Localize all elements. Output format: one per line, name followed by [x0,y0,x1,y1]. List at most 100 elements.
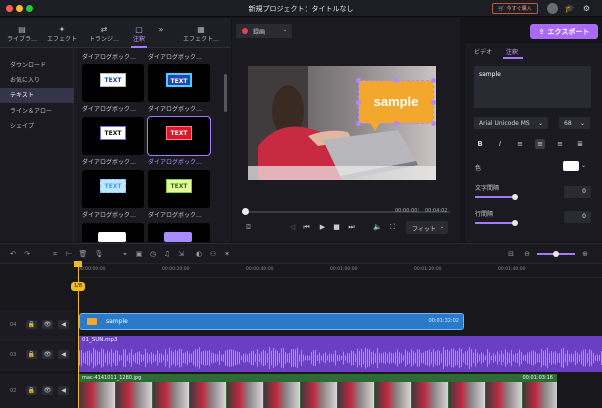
grid-item-thumbnail[interactable]: TEXT [82,64,144,102]
category-text[interactable]: テキスト [0,88,74,103]
fit-timeline-icon[interactable]: ⊟ [506,249,516,259]
resize-handle[interactable] [431,78,436,83]
snapshot-icon[interactable]: ⌼ [244,223,253,232]
fullscreen-icon[interactable]: ⛶ [388,223,397,232]
fit-dropdown[interactable]: フィット ⌄ [406,221,448,234]
lock-icon[interactable]: 🔒 [26,386,37,395]
font-family-select[interactable]: Arial Unicode MS ⌄ [474,117,548,129]
tab-effects[interactable]: ✦ エフェクト [40,18,84,48]
lock-icon[interactable]: 🔒 [26,350,37,359]
char-spacing-input[interactable]: 0 [564,186,591,198]
resize-handle[interactable] [356,100,361,105]
line-spacing-knob[interactable] [512,220,518,226]
waveform-bar [495,354,496,362]
audio-clip[interactable]: 01_SUN.mp3 [79,336,602,372]
more-tabs-button[interactable]: » [150,18,172,48]
freeze-frame-icon[interactable]: ▣ [134,249,144,259]
delete-icon[interactable]: 🗑 [78,249,88,259]
chevron-down-icon[interactable]: ⌄ [581,162,586,169]
stop-icon[interactable]: ■ [332,223,341,232]
annotation-selection-box[interactable]: sample [356,78,436,131]
resize-handle[interactable] [356,78,361,83]
line-spacing-slider[interactable] [475,222,515,224]
grid-item-thumbnail[interactable]: TEXT [82,117,144,155]
tab-video[interactable]: ビデオ [474,47,492,56]
redo-icon[interactable]: ↷ [22,249,32,259]
font-size-select[interactable]: 68 ⌄ [559,117,590,129]
bold-icon[interactable]: B [475,139,485,149]
zoom-in-icon[interactable]: ⊕ [580,249,590,259]
speaker-icon[interactable]: ◀ [58,320,69,329]
grid-item-thumbnail[interactable]: TEXT [82,170,144,208]
resize-handle[interactable] [356,121,361,126]
undo-icon[interactable]: ↶ [8,249,18,259]
justify-icon[interactable]: ≣ [575,139,585,149]
group-icon[interactable]: ⚇ [208,249,218,259]
char-spacing-slider[interactable] [475,196,515,198]
grid-scrollbar[interactable] [224,74,227,112]
avatar[interactable] [547,3,558,14]
grid-item-thumbnail-selected[interactable]: TEXT [147,116,211,156]
step-back-icon[interactable]: ⏮ [302,223,311,232]
eye-icon[interactable]: 👁 [42,350,53,359]
video-clip[interactable]: mac-4141011_1280.jpg 00:01:03:16 [79,374,557,408]
grid-item-thumbnail[interactable]: TEXT [148,64,210,102]
color-picker[interactable] [563,161,579,171]
resize-handle[interactable] [431,100,436,105]
align-left-icon[interactable]: ≡ [515,139,525,149]
previous-frame-icon[interactable]: ◁ [288,223,297,232]
category-favorites[interactable]: お気に入り [0,73,74,88]
align-center-icon[interactable]: ≡ [535,139,545,149]
category-shapes[interactable]: シェイプ [0,119,74,134]
split-icon[interactable]: ⊢ [64,249,74,259]
settings-icon[interactable]: ⚙ [581,3,592,14]
tab-annotation[interactable]: 注釈 [506,47,518,56]
category-lines-arrows[interactable]: ライン＆アロー [0,104,74,119]
annotation-text-input[interactable]: sample [474,66,591,108]
italic-icon[interactable]: I [495,139,505,149]
grid-item-thumbnail[interactable] [82,223,144,242]
seek-knob[interactable] [242,208,249,215]
resize-handle[interactable] [431,121,436,126]
zoom-knob[interactable] [553,251,559,257]
buy-now-button[interactable]: 🛒 今すぐ購入 [492,3,538,14]
color-match-icon[interactable]: ◐ [194,249,204,259]
eye-icon[interactable]: 👁 [42,386,53,395]
timeline-ruler[interactable]: 00:00:00:00 00:00:20:00 00:00:40:00 00:0… [75,264,602,278]
line-spacing-input[interactable]: 0 [564,211,591,223]
eye-icon[interactable]: 👁 [42,320,53,329]
waveform-bar [545,350,546,366]
resize-handle[interactable] [394,121,399,126]
quality-dropdown[interactable]: 録画 ⌄ [236,24,292,38]
ai-tools-icon[interactable]: ✶ [222,249,232,259]
speed-icon[interactable]: ◷ [148,249,158,259]
zoom-out-icon[interactable]: ⊖ [522,249,532,259]
waveform-bar [485,355,486,361]
tab-library[interactable]: ▤ ライブラ… [0,18,44,48]
export-button[interactable]: ⇪ エクスポート [530,24,598,39]
resize-handle[interactable] [394,78,399,83]
audio-edit-icon[interactable]: ♫ [162,249,172,259]
align-right-icon[interactable]: ≡ [555,139,565,149]
speaker-icon[interactable]: ◀ [58,386,69,395]
step-forward-icon[interactable]: ⏭ [347,223,356,232]
category-downloads[interactable]: ダウンロード [0,58,74,73]
play-icon[interactable]: ▶ [318,223,327,232]
lock-icon[interactable]: 🔒 [26,320,37,329]
volume-icon[interactable]: 🔈 [373,223,382,232]
grid-item-thumbnail[interactable]: TEXT [148,170,210,208]
text-clip[interactable]: sample 00:01:32:02 [79,313,464,330]
crop-icon[interactable]: ⌗ [50,249,60,259]
video-preview[interactable]: sample [248,66,436,180]
char-spacing-knob[interactable] [512,194,518,200]
playhead-label[interactable]: 1/8 [71,282,85,291]
microphone-icon[interactable]: 🎙 [94,249,104,259]
tab-effect-presets[interactable]: ▦ エフェクト… [176,18,226,48]
waveform-bar [355,353,356,363]
speaker-icon[interactable]: ◀ [58,350,69,359]
graduation-cap-icon[interactable]: 🎓 [564,3,575,14]
detach-audio-icon[interactable]: ⇲ [176,249,186,259]
marker-icon[interactable]: ⌖ [120,249,130,259]
grid-item-thumbnail[interactable] [148,223,210,242]
playhead-handle[interactable] [74,261,82,267]
